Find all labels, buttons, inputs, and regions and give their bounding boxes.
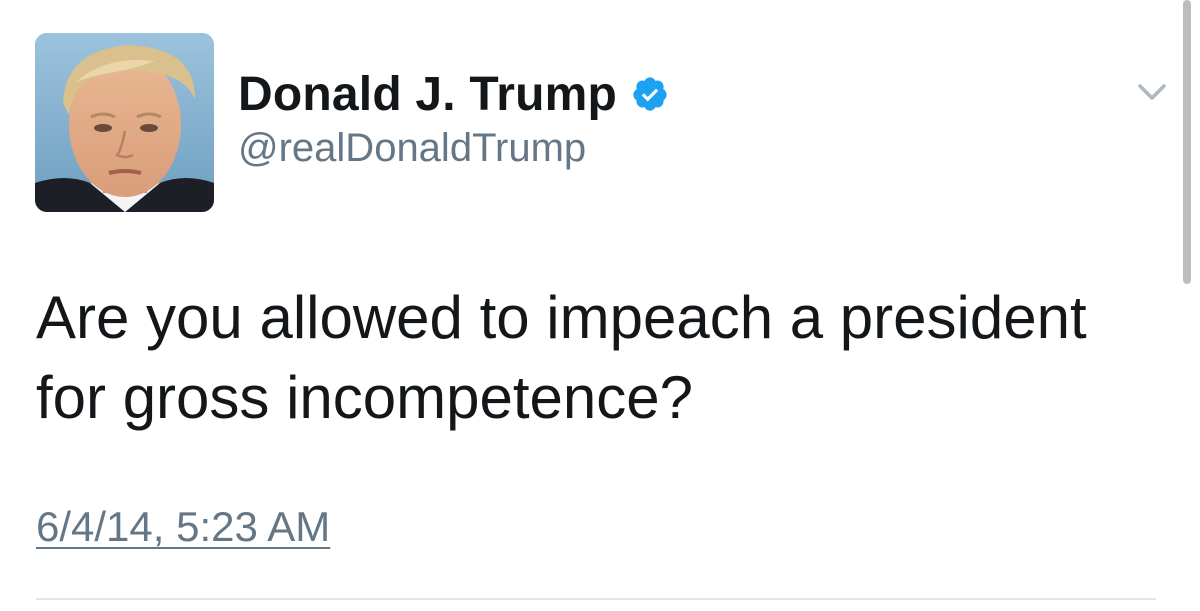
avatar-portrait-icon xyxy=(35,33,214,212)
display-name[interactable]: Donald J. Trump xyxy=(238,67,617,122)
avatar[interactable] xyxy=(35,33,214,212)
tweet-card: Donald J. Trump @realDonaldTrump Are you… xyxy=(0,0,1200,611)
chevron-down-icon[interactable] xyxy=(1134,78,1170,106)
tweet-timestamp[interactable]: 6/4/14, 5:23 AM xyxy=(36,503,330,551)
scrollbar[interactable] xyxy=(1183,0,1191,284)
divider xyxy=(36,598,1156,600)
author-handle[interactable]: @realDonaldTrump xyxy=(238,126,586,171)
author-name-row: Donald J. Trump xyxy=(238,64,669,124)
tweet-text: Are you allowed to impeach a president f… xyxy=(36,284,1087,431)
verified-badge-icon xyxy=(631,75,669,113)
